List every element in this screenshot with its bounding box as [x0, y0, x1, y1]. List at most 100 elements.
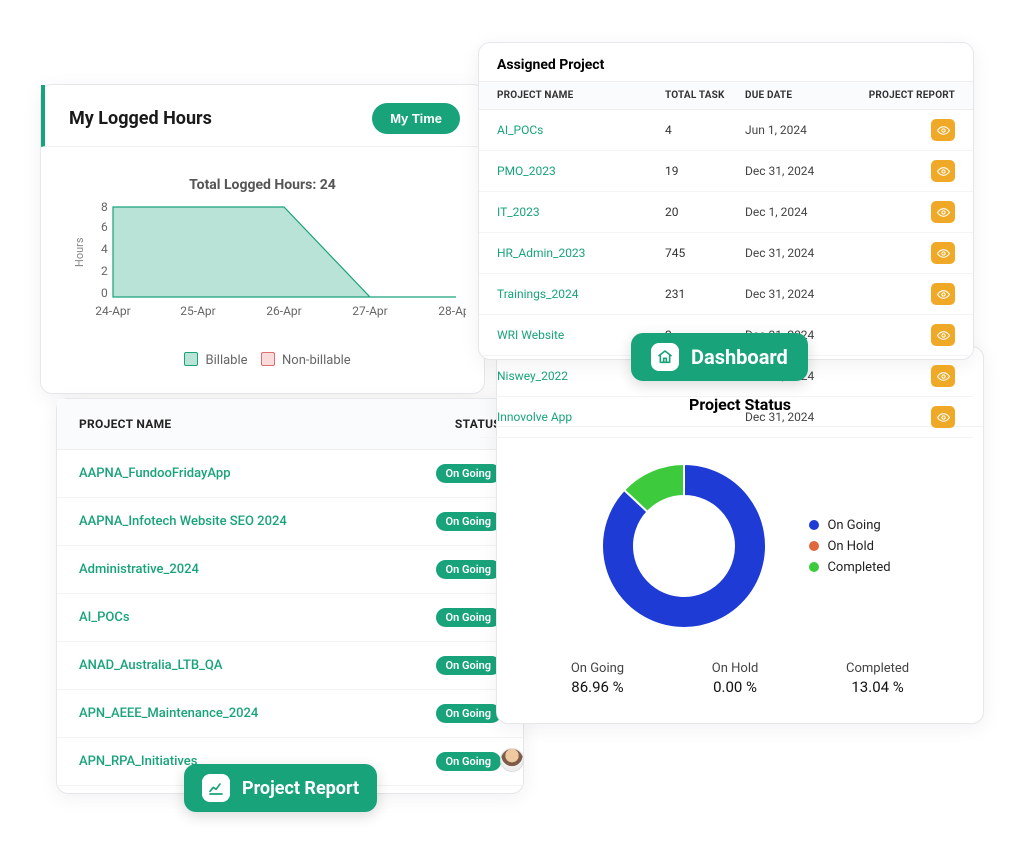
project-report-pill[interactable]: Project Report	[184, 764, 377, 812]
view-report-button[interactable]	[931, 160, 955, 182]
legend-billable: Billable	[206, 353, 248, 368]
billable-swatch	[184, 352, 198, 366]
status-badge: On Going	[436, 656, 501, 675]
due-date: Dec 1, 2024	[745, 205, 845, 219]
x-ticks: 24-Apr 25-Apr 26-Apr 27-Apr 28-Apr	[95, 304, 466, 318]
view-report-button[interactable]	[931, 119, 955, 141]
dashboard-pill[interactable]: Dashboard	[631, 333, 808, 381]
due-date: Dec 31, 2024	[745, 164, 845, 178]
total-task: 745	[665, 246, 745, 260]
logged-hours-chart: Hours 0 2 4 6 8 24-Apr 25-Apr 26-Apr 27-…	[41, 193, 484, 346]
nonbillable-swatch	[261, 352, 275, 366]
legend-item: On Hold	[809, 539, 890, 554]
svg-text:27-Apr: 27-Apr	[352, 304, 387, 318]
status-badge: On Going	[436, 464, 501, 483]
view-report-button[interactable]	[931, 242, 955, 264]
status-badge: On Going	[436, 512, 501, 531]
metric-label: Completed	[846, 661, 909, 676]
table-row: Administrative_2024 On Going	[57, 546, 523, 594]
legend-label: On Going	[827, 518, 880, 533]
metric-value: 13.04 %	[846, 678, 909, 696]
project-link[interactable]: Trainings_2024	[497, 287, 665, 301]
status-badge: On Going	[436, 560, 501, 579]
svg-text:8: 8	[101, 200, 108, 214]
avatar	[500, 748, 524, 772]
total-task: 4	[665, 123, 745, 137]
view-report-button[interactable]	[931, 283, 955, 305]
view-report-button[interactable]	[931, 365, 955, 387]
col-project-name: PROJECT NAME	[79, 417, 171, 431]
metric-label: On Going	[571, 661, 624, 676]
project-link[interactable]: APN_AEEE_Maintenance_2024	[79, 706, 258, 721]
project-status-legend: On GoingOn HoldCompleted	[809, 512, 890, 581]
table-row: APN_AEEE_Maintenance_2024 On Going	[57, 690, 523, 738]
y-axis-label: Hours	[73, 237, 86, 267]
logged-hours-card: My Logged Hours My Time Total Logged Hou…	[40, 84, 485, 394]
legend-dot	[809, 520, 819, 530]
table-row: Innovolve App Dec 31, 2024	[479, 397, 973, 438]
assigned-title: Assigned Project	[479, 43, 973, 81]
view-report-button[interactable]	[931, 406, 955, 428]
svg-text:2: 2	[101, 264, 108, 278]
due-date: Jun 1, 2024	[745, 123, 845, 137]
total-task: 20	[665, 205, 745, 219]
legend-nonbillable: Non-billable	[282, 353, 351, 368]
legend-label: On Hold	[827, 539, 874, 554]
col-due-date: DUE DATE	[745, 90, 845, 101]
total-logged-summary: Total Logged Hours: 24	[41, 147, 484, 193]
assigned-header: PROJECT NAME TOTAL TASK DUE DATE PROJECT…	[479, 81, 973, 110]
project-link[interactable]: HR_Admin_2023	[497, 246, 665, 260]
col-total-task: TOTAL TASK	[665, 90, 745, 101]
status-badge: On Going	[436, 608, 501, 627]
metric-value: 0.00 %	[712, 678, 759, 696]
billable-area	[113, 207, 456, 297]
svg-text:4: 4	[101, 242, 108, 256]
view-report-button[interactable]	[931, 201, 955, 223]
project-link[interactable]: AAPNA_Infotech Website SEO 2024	[79, 514, 287, 529]
svg-text:25-Apr: 25-Apr	[180, 304, 215, 318]
project-link[interactable]: Administrative_2024	[79, 562, 199, 577]
svg-text:28-Apr: 28-Apr	[438, 304, 466, 318]
table-row: ANAD_Australia_LTB_QA On Going	[57, 642, 523, 690]
project-link[interactable]: APN_RPA_Initiatives	[79, 754, 197, 769]
legend-item: On Going	[809, 518, 890, 533]
status-metric: Completed 13.04 %	[846, 661, 909, 696]
chart-line-icon	[202, 774, 230, 802]
due-date: Dec 31, 2024	[745, 246, 845, 260]
project-link[interactable]: Innovolve App	[497, 410, 665, 424]
project-status-donut	[589, 451, 779, 641]
due-date: Dec 31, 2024	[745, 410, 845, 424]
project-link[interactable]: AI_POCs	[497, 123, 665, 137]
table-row: IT_202320Dec 1, 2024	[479, 192, 973, 233]
status-metric: On Going 86.96 %	[571, 661, 624, 696]
table-row: AAPNA_Infotech Website SEO 2024 On Going	[57, 498, 523, 546]
view-report-button[interactable]	[931, 324, 955, 346]
project-link[interactable]: AAPNA_FundooFridayApp	[79, 466, 231, 481]
logged-hours-legend: Billable Non-billable	[41, 346, 484, 378]
status-badge: On Going	[436, 752, 501, 771]
svg-text:0: 0	[101, 286, 108, 300]
project-link[interactable]: ANAD_Australia_LTB_QA	[79, 658, 222, 673]
legend-dot	[809, 541, 819, 551]
metric-label: On Hold	[712, 661, 759, 676]
due-date: Dec 31, 2024	[745, 287, 845, 301]
status-badge: On Going	[436, 704, 501, 723]
table-row: AI_POCs4Jun 1, 2024	[479, 110, 973, 151]
my-time-button[interactable]: My Time	[372, 103, 460, 134]
dashboard-label: Dashboard	[691, 345, 788, 369]
status-metric: On Hold 0.00 %	[712, 661, 759, 696]
project-link[interactable]: AI_POCs	[79, 610, 130, 625]
project-report-label: Project Report	[242, 778, 359, 799]
table-row: HR_Admin_2023745Dec 31, 2024	[479, 233, 973, 274]
svg-text:24-Apr: 24-Apr	[95, 304, 130, 318]
table-row: PMO_202319Dec 31, 2024	[479, 151, 973, 192]
project-link[interactable]: PMO_2023	[497, 164, 665, 178]
svg-text:6: 6	[101, 220, 108, 234]
legend-dot	[809, 562, 819, 572]
metric-value: 86.96 %	[571, 678, 624, 696]
home-icon	[651, 343, 679, 371]
total-task: 19	[665, 164, 745, 178]
project-link[interactable]: IT_2023	[497, 205, 665, 219]
total-task: 231	[665, 287, 745, 301]
project-report-card: PROJECT NAME STATUS AAPNA_FundooFridayAp…	[56, 398, 524, 794]
